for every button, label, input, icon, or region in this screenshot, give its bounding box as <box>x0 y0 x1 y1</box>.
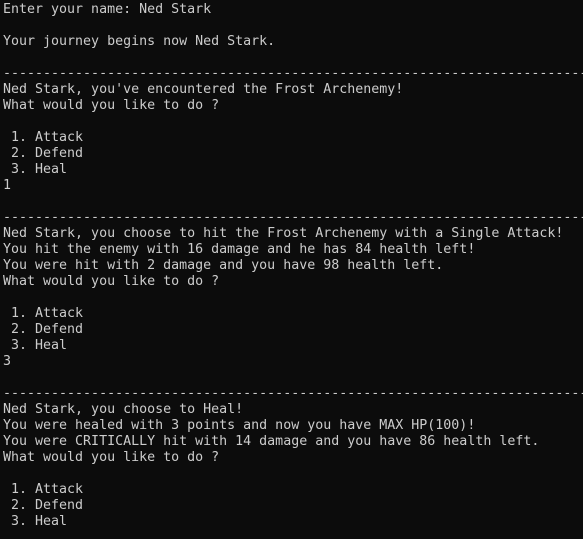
damage-taken-message: You were hit with 2 damage and you have … <box>3 258 444 273</box>
menu-option-heal: 3. Heal <box>3 162 68 177</box>
heal-choice-message: Ned Stark, you choose to Heal! <box>3 402 244 417</box>
menu-option-heal: 3. Heal <box>3 338 68 353</box>
menu-option-attack: 1. Attack <box>3 130 84 145</box>
separator-line: ----------------------------------------… <box>3 210 583 225</box>
menu-option-attack: 1. Attack <box>3 482 84 497</box>
name-prompt-line: Enter your name: Ned Stark <box>3 2 212 17</box>
separator-line: ----------------------------------------… <box>3 386 583 401</box>
user-choice-input: 3 <box>3 354 12 369</box>
critical-hit-message: You were CRITICALLY hit with 14 damage a… <box>3 434 540 449</box>
heal-result-message: You were healed with 3 points and now yo… <box>3 418 476 433</box>
encounter-message: Ned Stark, you've encountered the Frost … <box>3 82 404 97</box>
attack-choice-message: Ned Stark, you choose to hit the Frost A… <box>3 226 564 241</box>
damage-dealt-message: You hit the enemy with 16 damage and he … <box>3 242 476 257</box>
journey-message: Your journey begins now Ned Stark. <box>3 34 276 49</box>
menu-option-heal: 3. Heal <box>3 514 68 529</box>
action-prompt: What would you like to do ? <box>3 274 220 289</box>
menu-option-attack: 1. Attack <box>3 306 84 321</box>
console-output[interactable]: Enter your name: Ned Stark Your journey … <box>0 0 583 539</box>
action-prompt: What would you like to do ? <box>3 450 220 465</box>
action-prompt: What would you like to do ? <box>3 98 220 113</box>
menu-option-defend: 2. Defend <box>3 146 84 161</box>
menu-option-defend: 2. Defend <box>3 322 84 337</box>
menu-option-defend: 2. Defend <box>3 498 84 513</box>
user-choice-input: 1 <box>3 178 12 193</box>
separator-line: ----------------------------------------… <box>3 66 583 81</box>
